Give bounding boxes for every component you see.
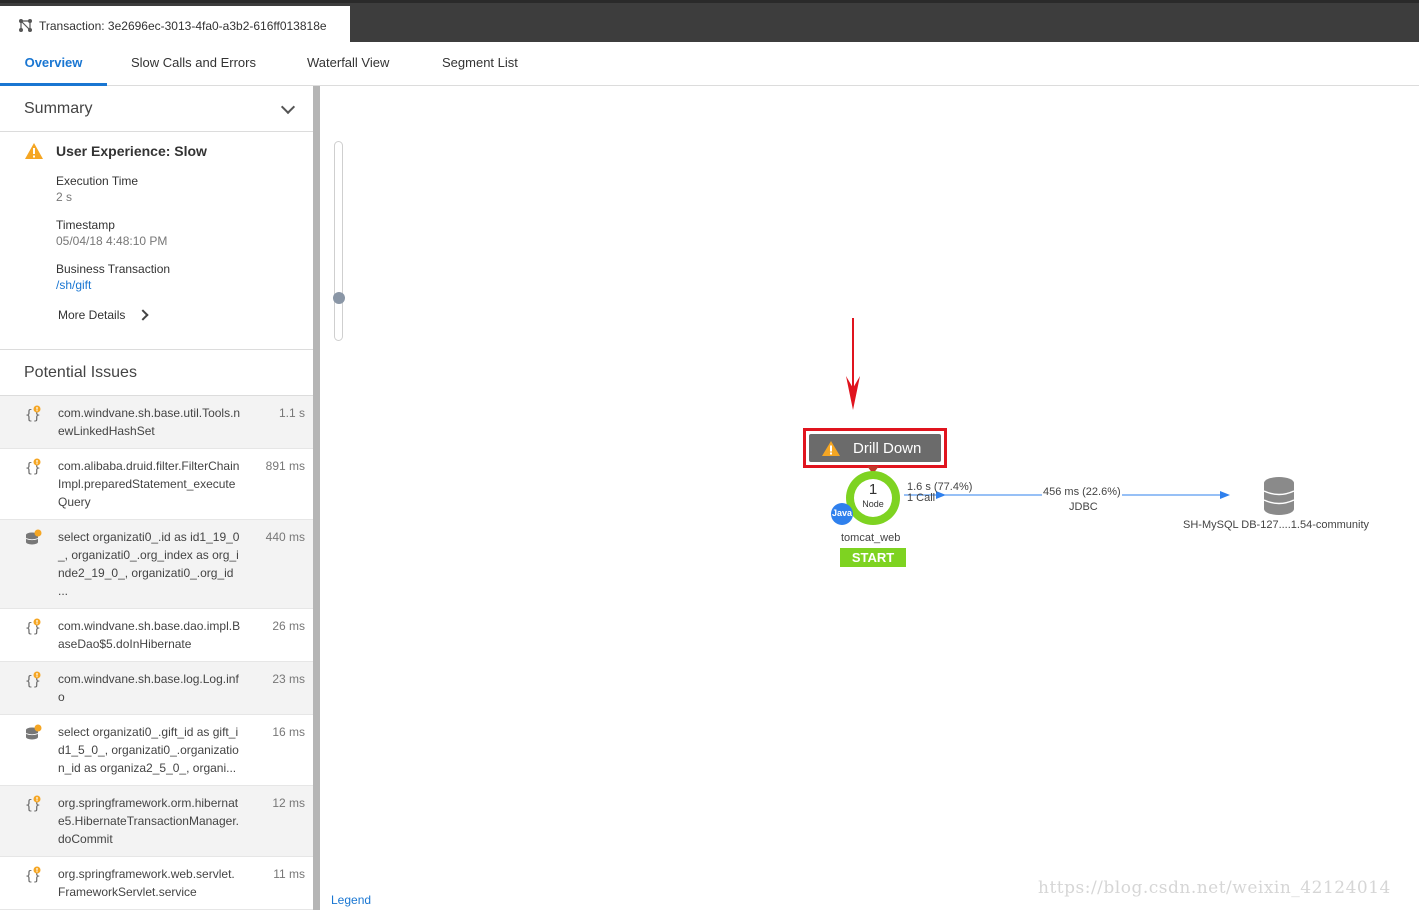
drill-down-button[interactable]: Drill Down [809,434,941,462]
zoom-slider-handle[interactable] [333,292,345,304]
summary-section: User Experience: Slow Execution Time 2 s… [0,132,313,350]
summary-title: Summary [24,99,93,117]
timestamp-label: Timestamp [56,218,115,232]
summary-header[interactable]: Summary [0,86,313,132]
database-icon[interactable] [1262,476,1298,516]
node-word: Node [862,499,884,509]
execution-time: Execution Time 2 s [56,174,313,204]
db-call-type: JDBC [1069,501,1098,513]
issue-duration: 1.1 s [278,406,305,420]
issue-duration: 26 ms [272,619,305,633]
call-count: 1 Call [907,492,936,504]
potential-issues-header: Potential Issues [0,350,313,396]
chevron-right-icon [137,309,150,321]
issue-text: com.windvane.sh.base.log.Log.info [58,672,239,704]
list-item[interactable]: {} com.windvane.sh.base.log.Log.info 23 … [0,662,313,715]
potential-issues-title: Potential Issues [24,363,137,381]
code-warning-icon: {} [25,795,41,813]
user-experience-label: User Experience: Slow [56,143,207,159]
transaction-icon [19,19,32,32]
issue-duration: 11 ms [273,867,305,881]
issue-duration: 891 ms [265,459,305,473]
drill-down-label: Drill Down [853,439,922,457]
warning-icon [822,440,840,456]
issue-text: org.springframework.web.servlet.Framewor… [58,867,235,899]
zoom-slider[interactable] [334,141,343,341]
list-item[interactable]: {} com.alibaba.druid.filter.FilterChainI… [0,449,313,520]
annotation-arrow-icon [846,318,860,410]
node-name: tomcat_web [841,532,901,544]
execution-time-value: 2 s [56,190,73,204]
left-panel: Summary User Experience: Slow Execution … [0,86,313,910]
database-warning-icon [25,529,42,545]
java-badge: Java [831,508,853,518]
tab-segment-list[interactable]: Segment List [442,42,518,86]
db-call-time: 456 ms (22.6%) [1043,486,1121,498]
code-warning-icon: {} [25,866,41,884]
more-details-label: More Details [58,308,126,322]
business-transaction-label: Business Transaction [56,262,171,276]
chevron-down-icon[interactable] [280,99,296,115]
watermark: https://blog.csdn.net/weixin_42124014 [1038,878,1391,898]
business-transaction: Business Transaction /sh/gift [56,262,313,292]
business-transaction-link[interactable]: /sh/gift [56,278,313,292]
issue-duration: 440 ms [265,530,305,544]
list-item[interactable]: {} com.windvane.sh.base.dao.impl.BaseDao… [0,609,313,662]
execution-time-label: Execution Time [56,174,139,188]
list-item[interactable]: {} org.springframework.web.servlet.Frame… [0,857,313,910]
code-warning-icon: {} [25,618,41,636]
warning-icon [25,143,43,159]
list-item[interactable]: {} org.springframework.orm.hibernate5.Hi… [0,786,313,857]
more-details-button[interactable]: More Details [58,308,313,322]
tab-overview[interactable]: Overview [0,42,107,86]
code-warning-icon: {} [25,458,41,476]
issue-text: select organizati0_.id as id1_19_0_, org… [58,530,240,598]
code-warning-icon: {} [25,405,41,423]
timestamp: Timestamp 05/04/18 4:48:10 PM [56,218,313,248]
left-panel-scrollbar[interactable] [313,86,320,910]
database-warning-icon [25,724,42,740]
tab-slow-calls-and-errors[interactable]: Slow Calls and Errors [131,42,256,86]
issue-text: com.windvane.sh.base.dao.impl.BaseDao$5.… [58,619,241,651]
timestamp-value: 05/04/18 4:48:10 PM [56,234,168,248]
transaction-title: Transaction: 3e2696ec-3013-4fa0-a3b2-616… [39,18,327,33]
code-warning-icon: {} [25,671,41,689]
start-badge: START [840,548,906,567]
user-experience: User Experience: Slow [24,142,313,160]
tab-waterfall-view[interactable]: Waterfall View [307,42,389,86]
potential-issues-list: {} com.windvane.sh.base.util.Tools.newLi… [0,396,313,910]
legend-link[interactable]: Legend [331,893,371,907]
issue-duration: 23 ms [272,672,305,686]
issue-text: select organizati0_.gift_id as gift_id1_… [58,725,239,775]
database-name: SH-MySQL DB-127....1.54-community [1183,519,1370,531]
issue-duration: 12 ms [272,796,305,810]
window-titlebar: Transaction: 3e2696ec-3013-4fa0-a3b2-616… [0,0,1419,45]
issue-duration: 16 ms [272,725,305,739]
list-item[interactable]: {} com.windvane.sh.base.util.Tools.newLi… [0,396,313,449]
transaction-tab[interactable]: Transaction: 3e2696ec-3013-4fa0-a3b2-616… [0,6,350,45]
list-item[interactable]: select organizati0_.gift_id as gift_id1_… [0,715,313,786]
list-item[interactable]: select organizati0_.id as id1_19_0_, org… [0,520,313,609]
issue-text: com.alibaba.druid.filter.FilterChainImpl… [58,459,240,509]
node-count: 1 [868,481,878,498]
issue-text: org.springframework.orm.hibernate5.Hiber… [58,796,239,846]
issue-text: com.windvane.sh.base.util.Tools.newLinke… [58,406,241,438]
tab-bar: Overview Slow Calls and Errors Waterfall… [0,42,1419,86]
